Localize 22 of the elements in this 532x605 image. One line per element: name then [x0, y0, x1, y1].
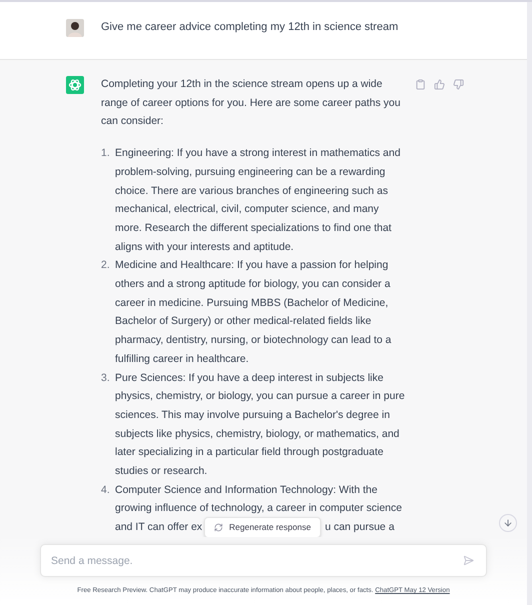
- list-item-text: and IT can offer ex: [115, 520, 202, 536]
- list-item-text: Engineering: If you have a strong interest in mathematics and problem-solving, pursuing engineering can be a rewarding choice. There are various branches of engineering such as mechanical, electrical, civil, computer science, and many more. Research the different specializations to find one that aligns with your interests and aptitude.: [115, 146, 402, 255]
- list-item-text: Medicine and Healthcare: If you have a passion for helping others and a strong aptitude for biology, you can consider a career in medicine. Pursuing MBBS (Bachelor of Medicine, Bachelor of Surgery) or other medical-related fields like pharmacy, dentistry, nursing, or biotechnology can lead to a fulfilling career in healthcare.: [115, 258, 392, 367]
- assistant-logo-icon: [66, 76, 84, 94]
- list-number: 1.: [101, 146, 111, 162]
- thumbs-down-icon[interactable]: [453, 79, 464, 90]
- refresh-icon: [214, 523, 224, 532]
- send-icon[interactable]: [463, 555, 474, 566]
- list-number: 4.: [101, 482, 111, 498]
- arrow-down-icon: [503, 518, 513, 528]
- list-number: 2.: [101, 258, 111, 274]
- response-intro: Completing your 12th in the science stream opens up a wide range of career options for you. Here are some career paths you can consider:: [101, 77, 402, 130]
- list-item-text: growing influence of technology, a career in computer science: [115, 501, 402, 516]
- list-item-text: Pure Sciences: If you have a deep interest in subjects like physics, chemistry, or biology, you can pursue a career in pure sciences. This may involve pursuing a Bachelor's degree in subjects like physics, chemistry, biology, or mathematics, and later specializing in a particular field through postgraduate studies or research.: [115, 370, 406, 480]
- thumbs-up-icon[interactable]: [434, 79, 445, 90]
- regenerate-button[interactable]: Regenerate response: [204, 517, 321, 538]
- list-item-text: Computer Science and Information Technology: With the: [115, 482, 378, 498]
- user-avatar: [66, 19, 84, 37]
- copy-icon[interactable]: [415, 79, 426, 90]
- user-message: Give me career advice completing my 12th in science stream: [101, 20, 398, 35]
- list-item-text: u can pursue a: [324, 520, 394, 536]
- list-number: 3.: [101, 370, 111, 386]
